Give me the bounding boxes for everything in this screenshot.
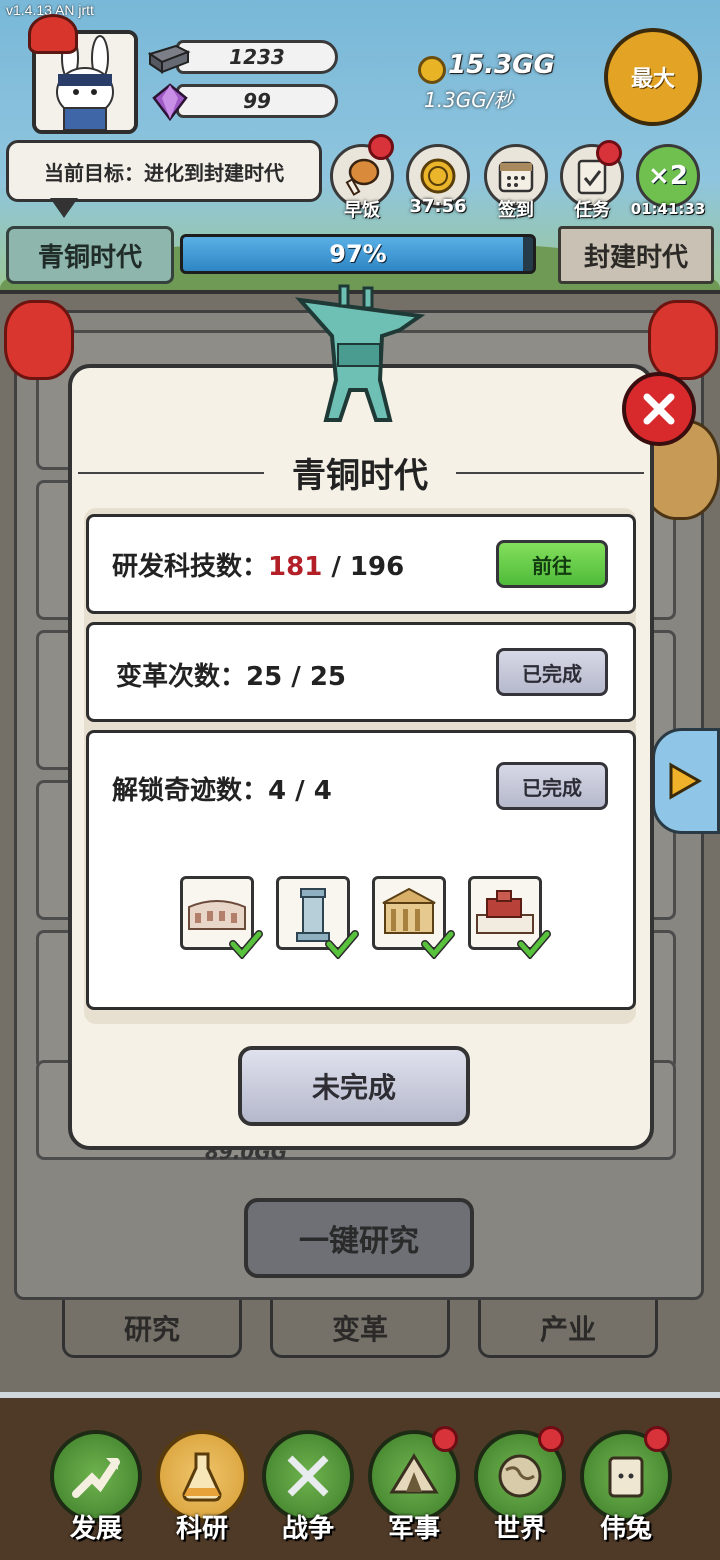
iron-resource-bar: 1233	[176, 40, 338, 74]
check-icon	[325, 930, 359, 959]
bronze-vessel-icon	[294, 284, 426, 422]
wonder-lighthouse[interactable]	[276, 876, 359, 959]
globe-icon	[498, 1454, 542, 1498]
check-icon	[229, 930, 263, 959]
modal-title: 青铜时代	[292, 456, 428, 496]
task-wonder-separator: /	[286, 776, 314, 806]
wonder-palace[interactable]	[468, 876, 551, 959]
current-era-badge[interactable]: 青铜时代	[6, 226, 174, 284]
incomplete-button[interactable]: 未完成	[238, 1046, 470, 1126]
next-era-badge[interactable]: 封建时代	[558, 226, 714, 284]
tent-icon	[389, 1453, 439, 1494]
iron-ingot-icon	[147, 44, 191, 74]
task-wonder-text: 解锁奇迹数：4 / 4	[112, 770, 332, 807]
task-reform-text: 变革次数：25 / 25	[116, 656, 346, 693]
task-reform-separator: /	[282, 662, 310, 692]
task-tech-total: 196	[349, 552, 405, 582]
nav-rabbit-label: 伟兔	[599, 1514, 652, 1544]
nav-world-label: 世界	[493, 1514, 546, 1544]
calendar-icon	[498, 161, 534, 193]
lantern-left-icon	[4, 300, 74, 380]
double-income-timer: 01:41:33	[630, 200, 706, 218]
task-reform-total: 25	[309, 662, 346, 692]
rabbit-portrait-icon	[608, 1456, 644, 1498]
nav-military-badge	[432, 1426, 458, 1452]
chicken-leg-icon	[345, 158, 380, 196]
task-tech-separator: /	[322, 552, 350, 582]
wonder-temple[interactable]	[372, 876, 455, 959]
coin-timer-label: 37:56	[409, 196, 467, 217]
side-expand-tab[interactable]	[652, 728, 720, 834]
money-rate: 1.3GG/秒	[424, 88, 514, 112]
close-button[interactable]	[622, 372, 696, 446]
emperor-hat-icon	[28, 14, 78, 54]
gem-resource-bar: 99	[176, 84, 338, 118]
play-arrow-icon	[669, 762, 703, 800]
money-total: 15.3GG	[448, 50, 555, 80]
wonder-colosseum[interactable]	[180, 876, 263, 959]
completed-button[interactable]: 已完成	[496, 648, 608, 696]
task-tech-label: 研发科技数：	[112, 552, 269, 582]
lantern-right-icon	[648, 300, 718, 380]
task-reform-current: 25	[246, 662, 283, 692]
task-wonder-current: 4	[268, 776, 287, 806]
x2-icon: ×2	[648, 161, 688, 191]
nav-rabbit-badge	[644, 1426, 670, 1452]
gold-coin-icon	[418, 56, 446, 84]
task-wonder-label: 解锁奇迹数：	[112, 776, 269, 806]
goto-button[interactable]: 前往	[496, 540, 608, 588]
current-goal[interactable]: 当前目标：进化到封建时代	[6, 140, 322, 202]
tasks-badge	[596, 140, 622, 166]
flask-icon	[182, 1452, 222, 1502]
goal-bubble-tail	[50, 198, 78, 218]
task-wonder-total: 4	[313, 776, 332, 806]
max-button[interactable]: 最大	[604, 28, 702, 126]
nav-world-badge	[538, 1426, 564, 1452]
task-tech-current: 181	[268, 552, 323, 582]
growth-arrow-icon	[72, 1458, 120, 1498]
close-icon	[643, 393, 675, 425]
era-progress-bar: 97%	[180, 234, 536, 274]
nav-develop-label: 发展	[69, 1514, 122, 1544]
nav-war-label: 战争	[281, 1514, 334, 1544]
task-reform-label: 变革次数：	[116, 662, 247, 692]
breakfast-badge	[368, 134, 394, 160]
check-icon	[421, 930, 455, 959]
coins-icon	[420, 158, 456, 194]
era-progress-text: 97%	[329, 240, 387, 268]
purple-gem-icon	[152, 83, 188, 122]
completed-button[interactable]: 已完成	[496, 762, 608, 810]
crossed-swords-icon	[287, 1455, 329, 1497]
double-income-button[interactable]: ×2	[636, 144, 700, 208]
task-tech-text: 研发科技数：181 / 196	[112, 546, 404, 583]
nav-research-label: 科研	[175, 1514, 228, 1544]
nav-military-label: 军事	[387, 1514, 440, 1544]
check-icon	[517, 930, 551, 959]
